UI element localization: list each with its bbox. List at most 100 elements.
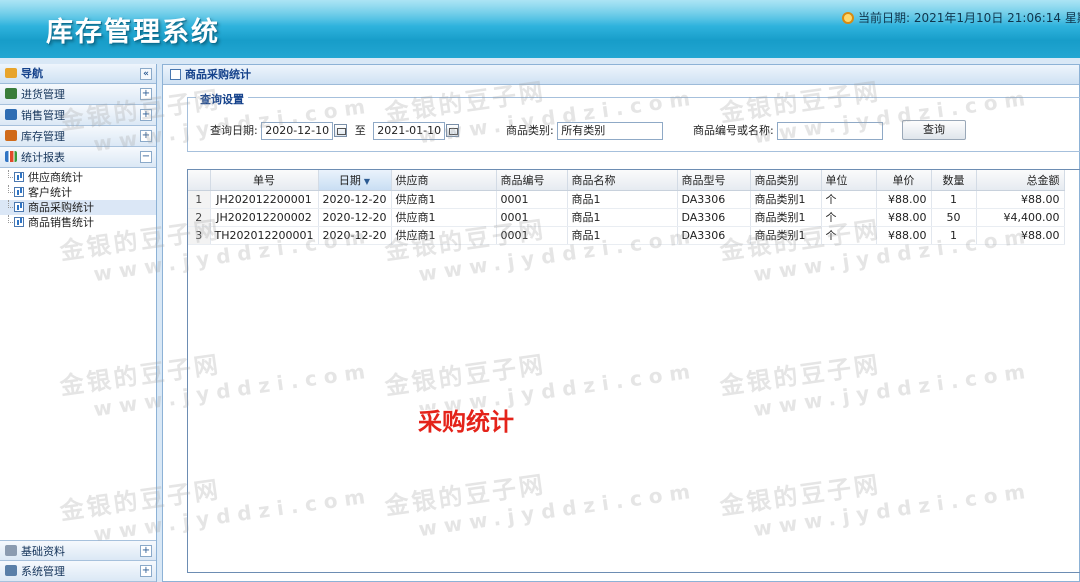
column-header-model[interactable]: 商品型号	[677, 170, 751, 191]
sidebar-group-sales[interactable]: 销售管理 +	[0, 105, 156, 126]
column-header-code[interactable]: 商品编号	[496, 170, 568, 191]
column-header-price[interactable]: 单价	[876, 170, 932, 191]
cell-qty: 1	[931, 190, 977, 209]
cell-code: 0001	[496, 190, 568, 209]
calendar-icon[interactable]	[446, 124, 460, 137]
cell-category: 商品类别1	[750, 190, 822, 209]
expand-icon[interactable]: +	[140, 130, 152, 142]
cell-unit: 个	[821, 190, 877, 209]
cell-date: 2020-12-20	[318, 226, 392, 245]
sidebar-item-customer-stats[interactable]: 客户统计	[0, 185, 156, 200]
category-label: 商品类别:	[506, 124, 554, 137]
sidebar-group-stats[interactable]: 统计报表 −	[0, 147, 156, 168]
screenshot-caption: 采购统计	[418, 408, 514, 436]
stats-submenu: 供应商统计 客户统计 商品采购统计 商品销售统计	[0, 168, 156, 230]
search-action: 查询	[902, 120, 966, 140]
sidebar-item-sales-stats[interactable]: 商品销售统计	[0, 215, 156, 230]
column-header-label: 日期	[338, 173, 361, 187]
expand-icon[interactable]: +	[140, 88, 152, 100]
sidebar-item-purchase-stats[interactable]: 商品采购统计	[0, 200, 156, 215]
cell-total: ¥88.00	[976, 226, 1065, 245]
sidebar-item-supplier-stats[interactable]: 供应商统计	[0, 170, 156, 185]
sidebar-item-label: 商品销售统计	[28, 216, 94, 229]
cell-model: DA3306	[677, 226, 751, 245]
cell-name: 商品1	[567, 226, 678, 245]
sidebar-group-inventory[interactable]: 库存管理 +	[0, 126, 156, 147]
expand-icon[interactable]: +	[140, 565, 152, 577]
cell-total: ¥4,400.00	[976, 208, 1065, 227]
category-filter: 商品类别: 所有类别	[506, 122, 664, 140]
column-header-name[interactable]: 商品名称	[567, 170, 678, 191]
row-number: 2	[188, 208, 211, 227]
sidebar-item-label: 客户统计	[28, 186, 72, 199]
column-header-unit[interactable]: 单位	[821, 170, 877, 191]
cell-order: JH202012200002	[210, 208, 319, 227]
main-panel: 商品采购统计 查询设置 查询日期: 2020-12-10 至 2021-01-1…	[162, 64, 1080, 582]
current-date: 当前日期: 2021年1月10日 21:06:14 星期	[842, 9, 1080, 26]
cell-code: 0001	[496, 208, 568, 227]
category-select[interactable]: 所有类别	[557, 122, 664, 140]
column-header-qty[interactable]: 数量	[931, 170, 977, 191]
tree-line	[8, 215, 13, 223]
row-number: 3	[188, 226, 211, 245]
tree-line	[8, 200, 13, 208]
date-to-input[interactable]: 2021-01-10	[373, 122, 446, 140]
sidebar-group-system[interactable]: 系统管理 +	[0, 561, 156, 582]
cell-price: ¥88.00	[876, 226, 932, 245]
purchase-icon	[5, 88, 17, 99]
sidebar-group-purchase[interactable]: 进货管理 +	[0, 84, 156, 105]
tree-line	[8, 185, 13, 193]
cell-supplier: 供应商1	[391, 208, 497, 227]
search-button[interactable]: 查询	[902, 120, 966, 140]
date-value: 2021年1月10日 21:06:14 星期	[913, 11, 1080, 25]
column-header-category[interactable]: 商品类别	[750, 170, 822, 191]
cell-model: DA3306	[677, 208, 751, 227]
cell-qty: 1	[931, 226, 977, 245]
cell-qty: 50	[931, 208, 977, 227]
cell-order: TH202012200001	[210, 226, 319, 245]
app-header: 库存管理系统 当前日期: 2021年1月10日 21:06:14 星期	[0, 0, 1080, 58]
tree-line	[8, 170, 13, 178]
sidebar-group-label: 统计报表	[21, 151, 65, 164]
basic-data-icon	[5, 545, 17, 556]
purchase-stats-grid: 单号 日期 ▼ 供应商 商品编号 商品名称 商品型号 商品类别 单位 单价 数量 …	[187, 169, 1080, 573]
chart-icon	[5, 151, 17, 162]
column-header-supplier[interactable]: 供应商	[391, 170, 497, 191]
table-row[interactable]: 1 JH202012200001 2020-12-20 供应商1 0001 商品…	[188, 190, 1065, 209]
table-row[interactable]: 3 TH202012200001 2020-12-20 供应商1 0001 商品…	[188, 226, 1065, 245]
report-icon	[14, 187, 24, 197]
sidebar-title: 导航	[21, 67, 43, 80]
code-input[interactable]	[777, 122, 884, 140]
code-filter: 商品编号或名称:	[693, 122, 884, 140]
cell-category: 商品类别1	[750, 226, 822, 245]
cell-date: 2020-12-20	[318, 208, 392, 227]
calendar-icon[interactable]	[334, 124, 348, 137]
report-icon	[14, 202, 24, 212]
sidebar-group-basic-data[interactable]: 基础资料 +	[0, 540, 156, 561]
table-row[interactable]: 2 JH202012200002 2020-12-20 供应商1 0001 商品…	[188, 208, 1065, 227]
sidebar-group-label: 基础资料	[21, 545, 65, 558]
column-header-date[interactable]: 日期 ▼	[318, 170, 392, 191]
cell-unit: 个	[821, 226, 877, 245]
report-icon	[14, 217, 24, 227]
navigation-icon	[5, 68, 17, 78]
cell-price: ¥88.00	[876, 208, 932, 227]
collapse-icon[interactable]: −	[140, 151, 152, 163]
report-icon	[14, 172, 24, 182]
cell-total: ¥88.00	[976, 190, 1065, 209]
date-range: 查询日期: 2020-12-10 至 2021-01-10	[210, 122, 460, 140]
column-header-order[interactable]: 单号	[210, 170, 319, 191]
expand-icon[interactable]: +	[140, 109, 152, 121]
cell-unit: 个	[821, 208, 877, 227]
date-from-input[interactable]: 2020-12-10	[261, 122, 334, 140]
system-icon	[5, 565, 17, 576]
report-icon	[170, 69, 181, 80]
clock-icon	[842, 12, 854, 24]
tab-purchase-stats[interactable]: 商品采购统计	[163, 65, 1079, 85]
cell-supplier: 供应商1	[391, 190, 497, 209]
cell-order: JH202012200001	[210, 190, 319, 209]
collapse-sidebar-button[interactable]: «	[140, 68, 152, 80]
cell-name: 商品1	[567, 208, 678, 227]
expand-icon[interactable]: +	[140, 545, 152, 557]
column-header-total[interactable]: 总金额	[976, 170, 1065, 191]
